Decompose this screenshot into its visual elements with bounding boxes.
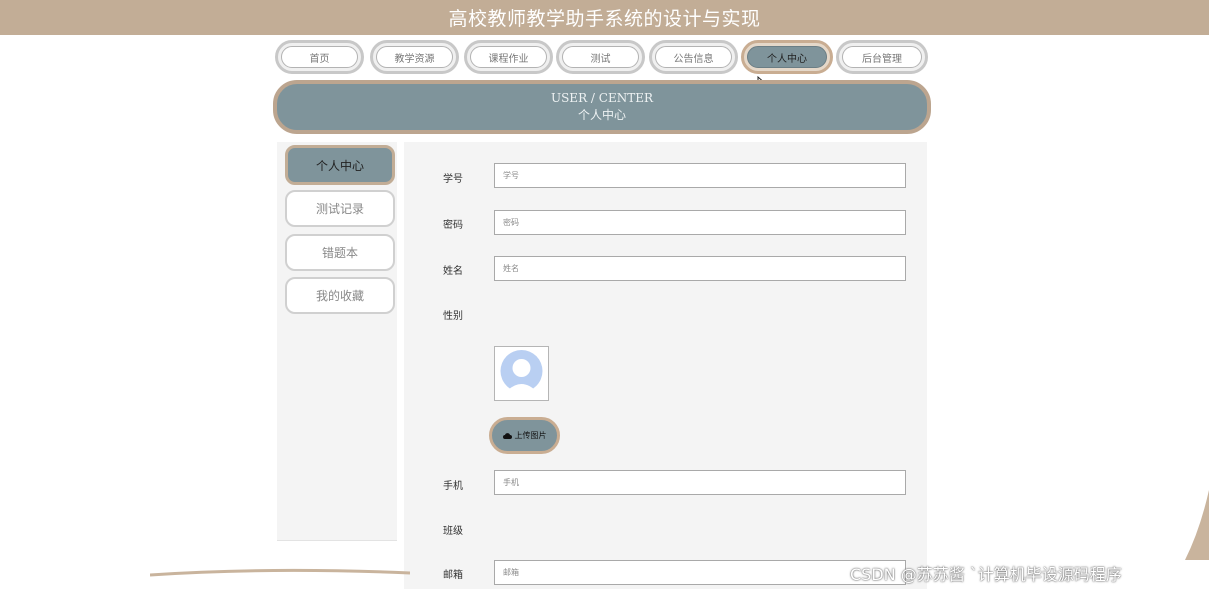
avatar-placeholder-icon bbox=[495, 347, 548, 400]
banner-title-en: USER / CENTER bbox=[550, 91, 654, 105]
nav-teaching-resources[interactable]: 教学资源 bbox=[370, 40, 459, 74]
password-label: 密码 bbox=[443, 220, 463, 231]
email-label: 邮箱 bbox=[443, 570, 463, 581]
name-label: 姓名 bbox=[443, 266, 463, 277]
password-input[interactable] bbox=[494, 210, 906, 235]
nav-home[interactable]: 首页 bbox=[275, 40, 364, 74]
sidebar: 个人中心 测试记录 错题本 我的收藏 bbox=[277, 142, 397, 541]
sidebar-item-personal-center[interactable]: 个人中心 bbox=[285, 145, 395, 185]
phone-input[interactable] bbox=[494, 470, 906, 495]
decorative-corner bbox=[1185, 490, 1209, 560]
sidebar-item-wrong-questions[interactable]: 错题本 bbox=[285, 234, 395, 271]
phone-label: 手机 bbox=[443, 481, 463, 492]
title-bar: 高校教师教学助手系统的设计与实现 bbox=[0, 0, 1209, 35]
main-nav: 首页 教学资源 课程作业 测试 公告信息 个人中心 后台管理 bbox=[275, 40, 930, 76]
nav-test[interactable]: 测试 bbox=[556, 40, 645, 74]
student-id-input[interactable] bbox=[494, 163, 906, 188]
watermark: CSDN @苏苏酱 `计算机毕设源码程序 bbox=[850, 565, 1122, 584]
page-banner: USER / CENTER 个人中心 bbox=[273, 80, 931, 134]
upload-button-label: 上传图片 bbox=[514, 431, 547, 440]
upload-image-button[interactable]: 上传图片 bbox=[489, 417, 560, 454]
app-title: 高校教师教学助手系统的设计与实现 bbox=[448, 8, 761, 30]
gender-label: 性别 bbox=[443, 311, 463, 322]
sidebar-item-test-records[interactable]: 测试记录 bbox=[285, 190, 395, 227]
banner-title-cn: 个人中心 bbox=[577, 108, 626, 122]
student-id-label: 学号 bbox=[443, 174, 463, 185]
decorative-swoosh bbox=[150, 568, 410, 577]
nav-admin[interactable]: 后台管理 bbox=[836, 40, 928, 74]
class-label: 班级 bbox=[443, 526, 463, 537]
email-input[interactable] bbox=[494, 560, 906, 585]
nav-announcements[interactable]: 公告信息 bbox=[649, 40, 738, 74]
name-input[interactable] bbox=[494, 256, 906, 281]
nav-personal-center[interactable]: 个人中心 bbox=[741, 40, 833, 74]
sidebar-item-favorites[interactable]: 我的收藏 bbox=[285, 277, 395, 314]
avatar-preview bbox=[494, 346, 549, 401]
nav-course-homework[interactable]: 课程作业 bbox=[464, 40, 553, 74]
upload-cloud-icon bbox=[502, 432, 512, 439]
